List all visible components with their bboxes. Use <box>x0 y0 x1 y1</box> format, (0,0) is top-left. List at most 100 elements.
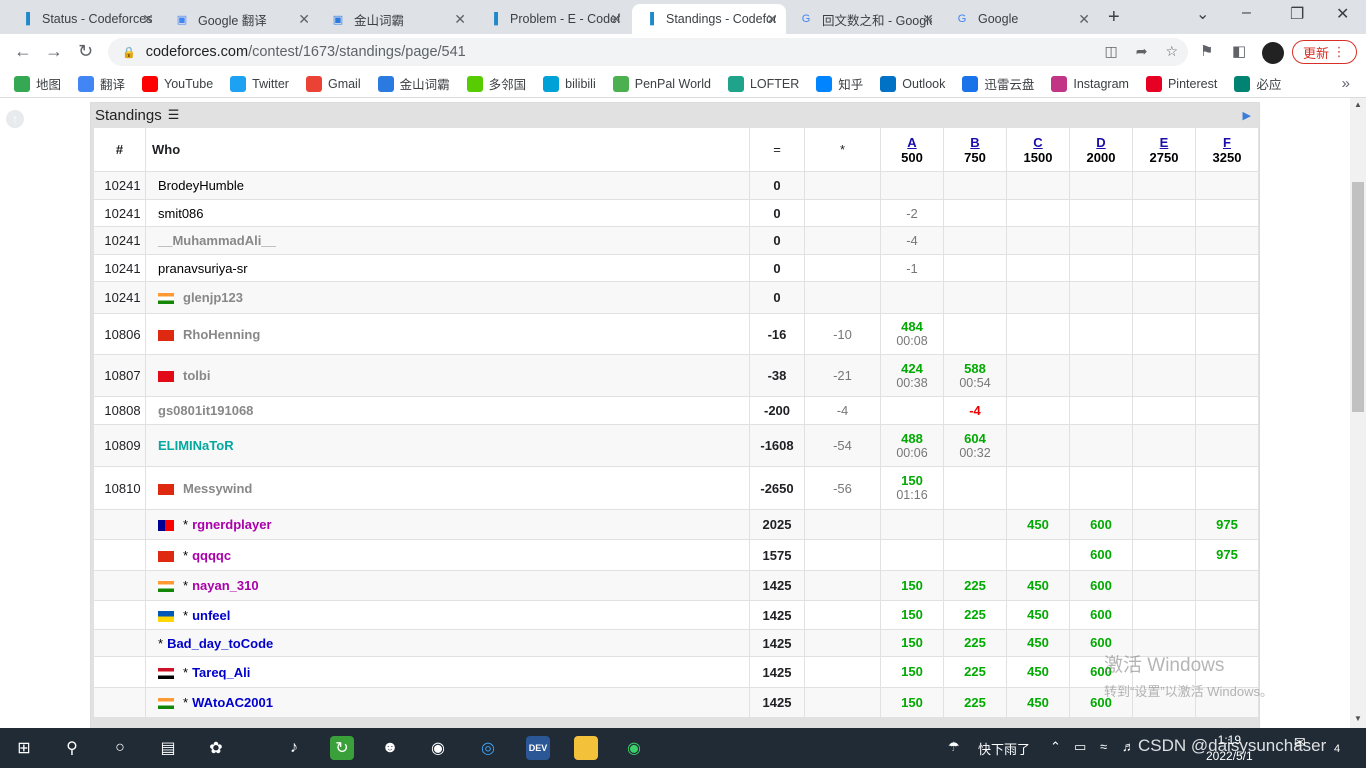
translate-page-icon[interactable]: ◫ <box>1104 43 1117 60</box>
problem-cell[interactable] <box>1006 199 1070 227</box>
problem-cell[interactable] <box>943 539 1007 571</box>
close-icon[interactable]: ✕ <box>454 11 466 28</box>
problem-cell[interactable] <box>880 281 944 314</box>
problem-cell[interactable] <box>1132 226 1196 255</box>
problem-cell[interactable]: -4 <box>943 396 1007 425</box>
bookmark-bilibili[interactable]: bilibili <box>543 75 596 92</box>
system-clock[interactable]: 1:19 2022/5/1 <box>1206 732 1253 764</box>
handle-link[interactable]: qqqqc <box>192 548 231 563</box>
problem-cell[interactable] <box>1132 313 1196 355</box>
new-tab-icon[interactable]: + <box>1108 6 1120 29</box>
360-browser-icon[interactable]: ↻ <box>330 736 354 760</box>
close-icon[interactable]: ✕ <box>922 11 934 28</box>
problem-cell[interactable] <box>943 509 1007 540</box>
problem-cell[interactable] <box>1195 313 1259 355</box>
bookmark-penpal[interactable]: PenPal World <box>612 75 711 92</box>
problem-cell[interactable] <box>1069 396 1133 425</box>
problem-cell[interactable]: 225 <box>943 656 1007 688</box>
problem-cell[interactable] <box>1006 226 1070 255</box>
problem-cell[interactable]: 975 <box>1195 509 1259 540</box>
problem-cell[interactable] <box>880 509 944 540</box>
problem-cell[interactable]: 600 <box>1069 600 1133 630</box>
problem-cell[interactable]: 150 01:16 <box>880 466 944 510</box>
extensions-icon[interactable]: ⚑ <box>1200 42 1213 60</box>
bookmark-zhihu[interactable]: 知乎 <box>816 74 863 93</box>
problem-cell[interactable] <box>880 396 944 425</box>
problem-cell[interactable] <box>1195 396 1259 425</box>
bookmark-twitter[interactable]: Twitter <box>230 75 289 92</box>
problem-cell[interactable] <box>1132 539 1196 571</box>
problem-cell[interactable]: -1 <box>880 254 944 282</box>
problem-cell[interactable]: 450 <box>1006 570 1070 601</box>
problem-cell[interactable] <box>1132 171 1196 200</box>
problem-link[interactable]: C <box>1007 135 1069 150</box>
problem-link[interactable]: E <box>1133 135 1195 150</box>
problem-cell[interactable] <box>1006 354 1070 397</box>
problem-cell[interactable]: 225 <box>943 570 1007 601</box>
problem-cell[interactable] <box>1006 254 1070 282</box>
problem-cell[interactable] <box>1195 226 1259 255</box>
page-scrollbar[interactable]: ▲ ▼ <box>1350 98 1366 728</box>
problem-cell[interactable] <box>1132 466 1196 510</box>
close-window-icon[interactable]: ✕ <box>1336 4 1349 24</box>
problem-cell[interactable]: 150 <box>880 629 944 657</box>
problem-cell[interactable] <box>880 171 944 200</box>
problem-cell[interactable]: 604 00:32 <box>943 424 1007 467</box>
problem-cell[interactable] <box>1132 396 1196 425</box>
problem-cell[interactable]: 225 <box>943 600 1007 630</box>
problem-cell[interactable] <box>943 254 1007 282</box>
scroll-up-icon[interactable]: ▲ <box>1354 100 1362 109</box>
bookmark-duolingo[interactable]: 多邻国 <box>466 74 526 93</box>
more-bookmarks-icon[interactable]: » <box>1342 75 1350 92</box>
panda-app-icon[interactable]: ☻ <box>378 736 402 760</box>
handle-link[interactable]: gs0801it191068 <box>158 403 253 418</box>
search-icon[interactable]: ⚲ <box>60 736 84 760</box>
problem-cell[interactable]: 588 00:54 <box>943 354 1007 397</box>
problem-cell[interactable]: 150 <box>880 570 944 601</box>
profile-avatar[interactable] <box>1262 42 1284 64</box>
problem-cell[interactable]: 488 00:06 <box>880 424 944 467</box>
problem-cell[interactable] <box>1006 539 1070 571</box>
bookmark-xunlei[interactable]: 迅雷云盘 <box>962 74 1034 93</box>
problem-cell[interactable] <box>1069 466 1133 510</box>
problem-cell[interactable]: 600 <box>1069 570 1133 601</box>
back-icon[interactable]: ← <box>14 41 32 62</box>
problem-cell[interactable]: 450 <box>1006 687 1070 718</box>
problem-cell[interactable]: 225 <box>943 629 1007 657</box>
handle-link[interactable]: smit086 <box>158 206 204 221</box>
problem-cell[interactable] <box>1132 424 1196 467</box>
handle-link[interactable]: pranavsuriya-sr <box>158 261 248 276</box>
problem-cell[interactable] <box>943 199 1007 227</box>
dev-cpp-icon[interactable]: DEV <box>526 736 550 760</box>
handle-link[interactable]: __MuhammadAli__ <box>158 233 276 248</box>
wechat-icon[interactable]: ◉ <box>622 736 646 760</box>
forward-icon[interactable]: → <box>45 41 63 62</box>
problem-cell[interactable] <box>1132 281 1196 314</box>
problem-cell[interactable] <box>1132 570 1196 601</box>
bookmark-lofter[interactable]: LOFTER <box>727 75 799 92</box>
problem-cell[interactable] <box>943 281 1007 314</box>
handle-link[interactable]: WAtoAC2001 <box>192 695 273 710</box>
minimize-icon[interactable]: – <box>1242 4 1251 22</box>
problem-cell[interactable] <box>1195 171 1259 200</box>
problem-cell[interactable]: 225 <box>943 687 1007 718</box>
close-icon[interactable]: ✕ <box>766 11 778 28</box>
problem-cell[interactable] <box>943 171 1007 200</box>
problem-cell[interactable]: 600 <box>1069 509 1133 540</box>
problem-cell[interactable] <box>1006 466 1070 510</box>
handle-link[interactable]: ELIMINaToR <box>158 438 234 453</box>
microphone-app-icon[interactable]: ♪ <box>282 736 306 760</box>
problem-cell[interactable] <box>1195 424 1259 467</box>
bookmark-translate[interactable]: 翻译 <box>78 74 125 93</box>
chevron-down-icon[interactable]: ⌄ <box>1196 4 1209 24</box>
chrome-icon[interactable]: ◉ <box>426 736 450 760</box>
problem-cell[interactable] <box>1195 466 1259 510</box>
bookmark-pinterest[interactable]: Pinterest <box>1145 75 1217 92</box>
problem-cell[interactable] <box>1069 254 1133 282</box>
handle-link[interactable]: glenjp123 <box>183 290 243 305</box>
problem-cell[interactable]: 450 <box>1006 509 1070 540</box>
bookmark-outlook[interactable]: Outlook <box>880 75 945 92</box>
problem-cell[interactable] <box>1195 570 1259 601</box>
close-icon[interactable]: ✕ <box>610 11 622 28</box>
problem-cell[interactable] <box>1132 354 1196 397</box>
